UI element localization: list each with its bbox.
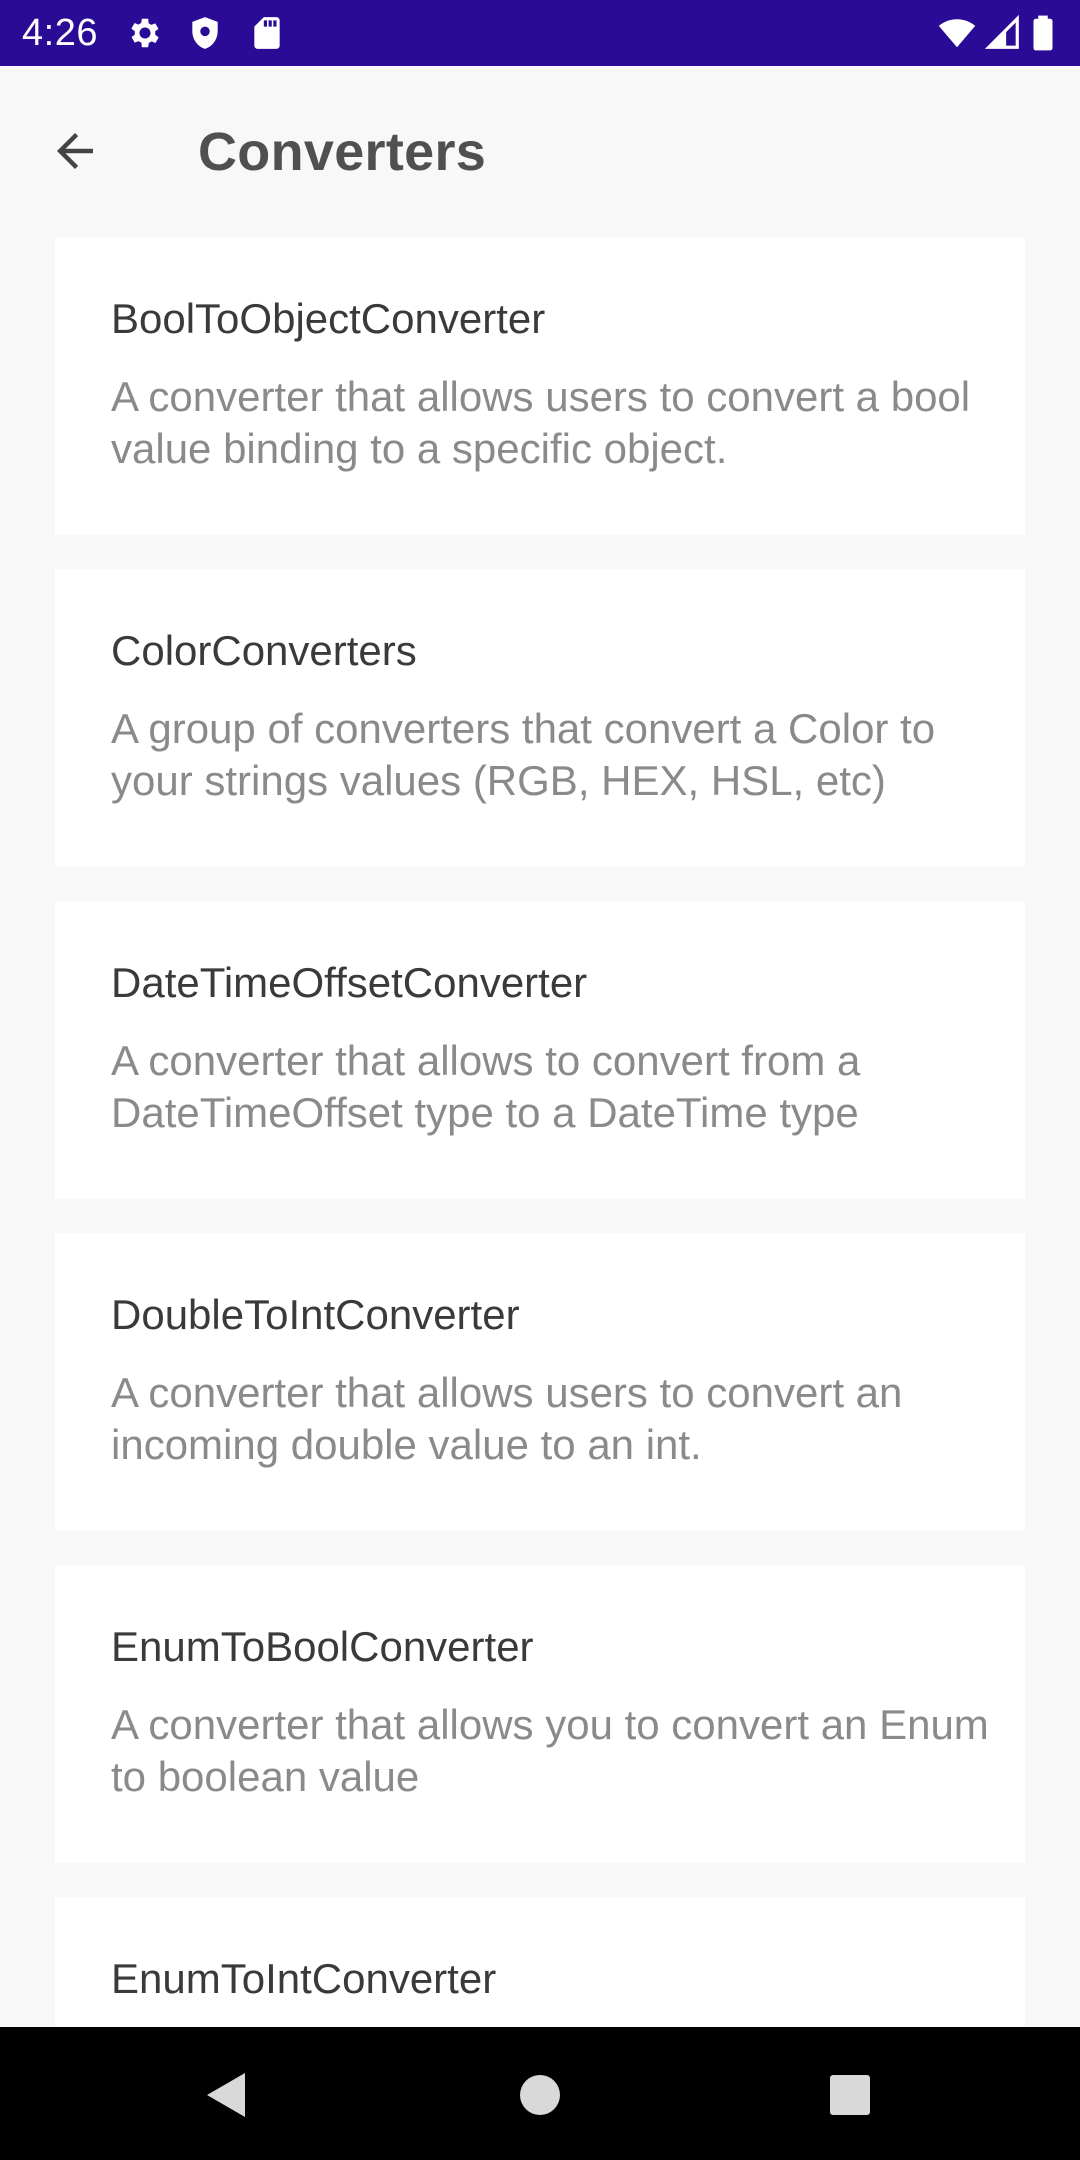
recents-square-icon [830,2075,870,2115]
battery-icon [1030,14,1056,52]
list-item-description: A converter that allows users to convert… [111,373,971,472]
arrow-left-icon [57,133,93,169]
cell-signal-icon [984,14,1022,52]
home-circle-icon [520,2075,560,2115]
navigation-bar [0,2027,1080,2160]
status-bar: 4:26 [0,0,1080,66]
list-item[interactable]: DoubleToIntConverter A converter that al… [55,1233,1025,1531]
nav-recents-button[interactable] [810,2055,890,2135]
list-item-title: ColorConverters [111,627,417,674]
list-item-title: DateTimeOffsetConverter [111,959,588,1006]
sd-card-icon [248,14,286,52]
status-time: 4:26 [22,12,98,54]
nav-home-button[interactable] [500,2055,580,2135]
list-item[interactable]: ColorConverters A group of converters th… [55,569,1025,867]
gear-icon [126,14,164,52]
list-item[interactable]: EnumToBoolConverter A converter that all… [55,1565,1025,1863]
app-bar: Converters [0,66,1080,226]
list-item-title: EnumToIntConverter [111,1955,497,2002]
list-item-description: A group of converters that convert a Col… [111,705,936,804]
wifi-icon [936,14,978,52]
converter-list[interactable]: BoolToObjectConverter A converter that a… [55,237,1025,2027]
list-item-description: A converter that allows users to convert… [111,1369,903,1468]
back-triangle-icon [207,2073,245,2117]
list-item-title: EnumToBoolConverter [111,1623,534,1670]
page-title: Converters [198,122,487,182]
shield-icon [186,14,224,52]
list-item[interactable]: BoolToObjectConverter A converter that a… [55,237,1025,535]
list-item-title: DoubleToIntConverter [111,1291,520,1338]
list-item[interactable]: DateTimeOffsetConverter A converter that… [55,901,1025,1199]
list-item-title: BoolToObjectConverter [111,295,546,342]
back-button[interactable] [34,110,116,192]
list-item[interactable]: EnumToIntConverter [55,1897,1025,2027]
list-item-description: A converter that allows to convert from … [111,1037,861,1136]
nav-back-button[interactable] [186,2055,266,2135]
list-item-description: A converter that allows you to convert a… [111,1701,989,1800]
